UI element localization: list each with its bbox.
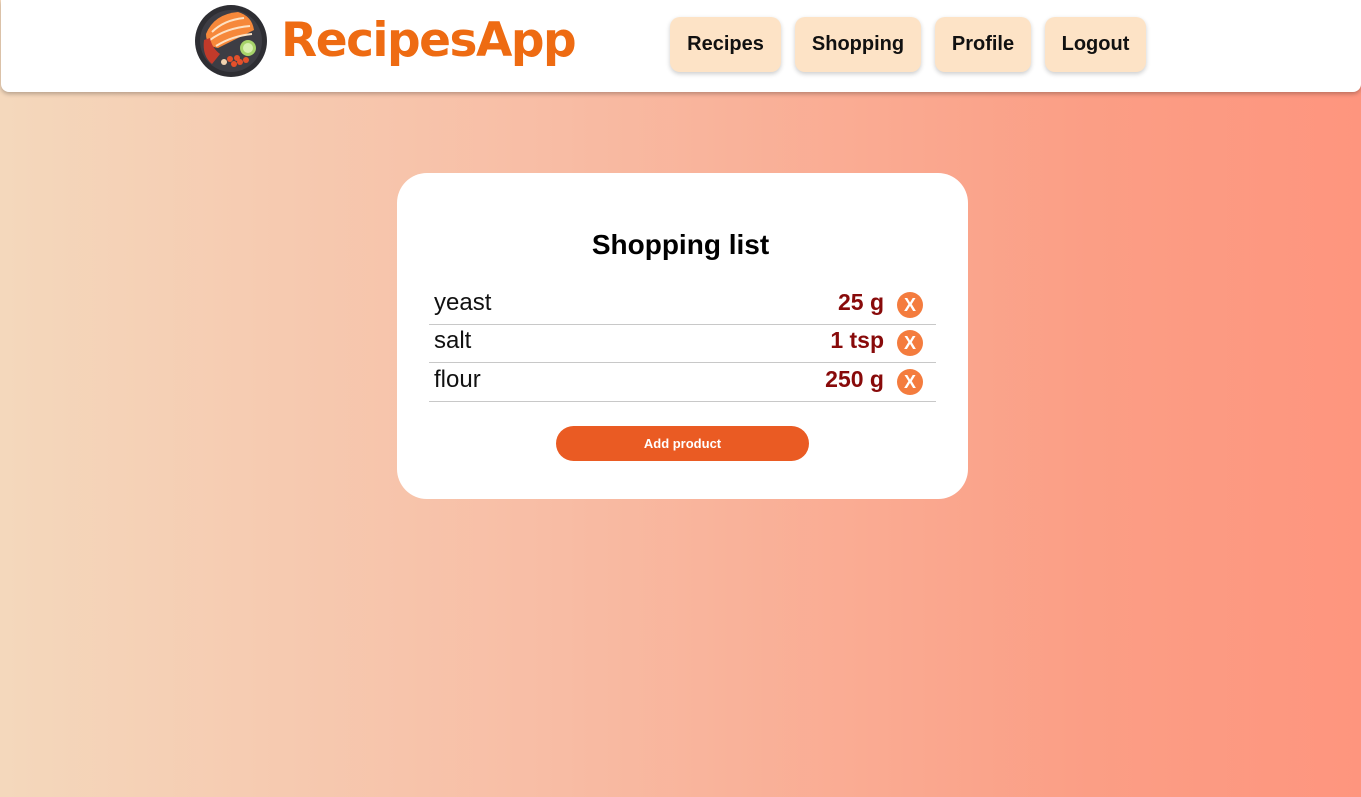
product-name: salt [434, 327, 472, 354]
app-logo-text[interactable]: RecipesApp [281, 8, 577, 74]
list-item: salt 1 tsp X [429, 325, 936, 363]
salmon-bowl-logo-icon[interactable] [194, 4, 268, 78]
add-product-button[interactable]: Add product [556, 426, 809, 461]
nav-shopping-button[interactable]: Shopping [795, 17, 921, 72]
remove-x-icon[interactable]: X [897, 330, 923, 356]
remove-x-icon[interactable]: X [897, 369, 923, 395]
nav-logout-button[interactable]: Logout [1045, 17, 1146, 72]
product-name: flour [434, 366, 481, 393]
list-item: yeast 25 g X [429, 287, 936, 325]
top-navbar: RecipesApp Recipes Shopping Profile Logo… [1, 0, 1361, 92]
nav-profile-button[interactable]: Profile [935, 17, 1031, 72]
product-name: yeast [434, 289, 492, 316]
page-title: Shopping list [591, 229, 770, 260]
nav-recipes-button[interactable]: Recipes [670, 17, 781, 72]
product-quantity: 1 tsp [830, 327, 884, 353]
list-item: flour 250 g X [429, 364, 936, 402]
product-quantity: 25 g [837, 289, 884, 315]
product-quantity: 250 g [825, 366, 884, 392]
remove-x-icon[interactable]: X [897, 292, 923, 318]
